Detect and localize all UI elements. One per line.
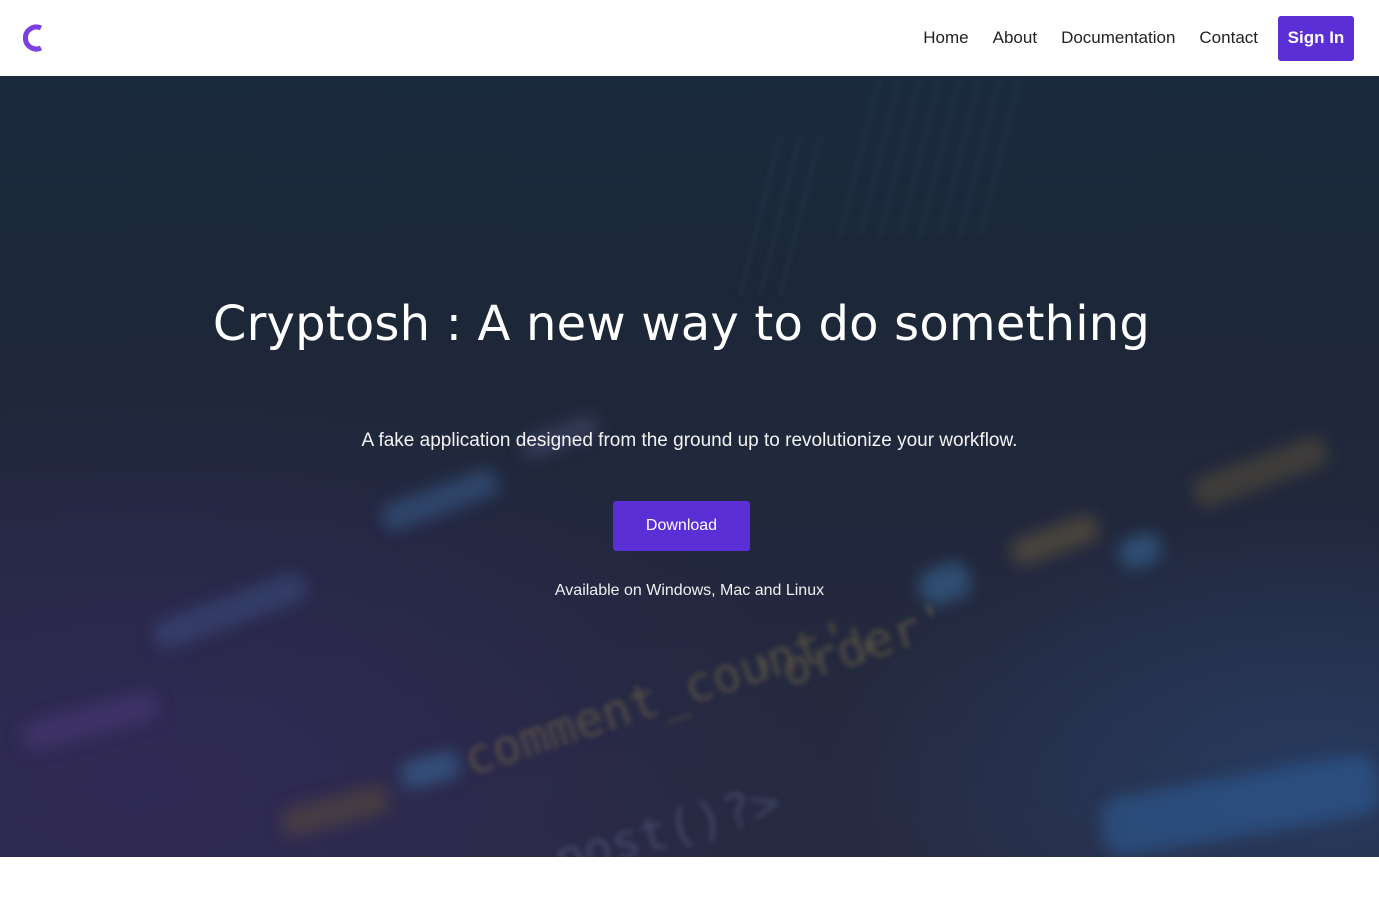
nav-documentation-link[interactable]: Documentation — [1061, 28, 1175, 48]
nav-home-link[interactable]: Home — [923, 28, 968, 48]
availability-note: Available on Windows, Mac and Linux — [554, 582, 825, 599]
hero-content: Cryptosh : A new way to do something A f… — [0, 76, 1379, 857]
hero-title: Cryptosh : A new way to do something — [0, 296, 1379, 352]
c-logo-icon[interactable] — [18, 21, 46, 55]
nav-links: Home About Documentation Contact Sign In — [899, 15, 1354, 61]
nav-about-link[interactable]: About — [993, 28, 1037, 48]
download-button[interactable]: Download — [613, 501, 750, 551]
page-bottom-area — [0, 857, 1379, 920]
top-navbar: Home About Documentation Contact Sign In — [0, 0, 1379, 76]
nav-contact-link[interactable]: Contact — [1199, 28, 1258, 48]
hero-title-text: Cryptosh : A new way to do something — [212, 296, 1151, 352]
hero-section: comment_count', 'order' post()?> Cryptos… — [0, 76, 1379, 857]
sign-in-button[interactable]: Sign In — [1278, 15, 1354, 61]
hero-subtitle: A fake application designed from the gro… — [361, 430, 1018, 451]
